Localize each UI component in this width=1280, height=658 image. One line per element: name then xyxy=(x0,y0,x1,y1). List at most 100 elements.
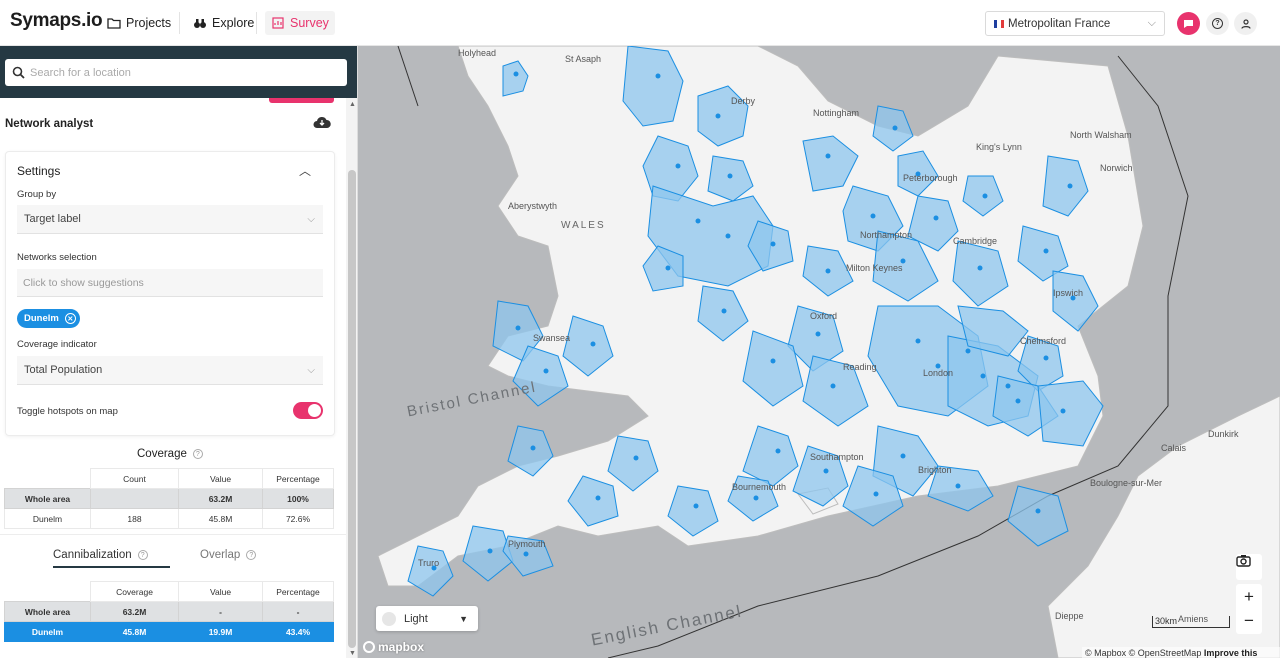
tab-label: Overlap xyxy=(200,549,241,561)
table-cell: 45.8M xyxy=(178,508,263,529)
location-search[interactable] xyxy=(5,59,347,86)
table-cell: 19.9M xyxy=(178,621,263,642)
table-cell: - xyxy=(262,601,334,622)
style-swatch-icon xyxy=(382,611,396,626)
plus-icon: + xyxy=(1244,586,1254,606)
map-style-value: Light xyxy=(404,612,428,625)
hotspots-toggle[interactable] xyxy=(293,402,323,419)
place-label: Northampton xyxy=(860,230,913,240)
place-label: Southampton xyxy=(810,452,864,462)
table-cell: 63.2M xyxy=(90,601,179,622)
place-label: Peterborough xyxy=(903,173,958,183)
chat-button[interactable] xyxy=(1177,12,1200,35)
table-cell: Dunelm xyxy=(4,508,91,529)
table-cell: 45.8M xyxy=(90,621,179,642)
network-chip[interactable]: Dunelm ✕ xyxy=(17,309,80,328)
place-label: Nottingham xyxy=(813,108,860,118)
network-chip-label: Dunelm xyxy=(24,313,59,324)
tab-label: Cannibalization xyxy=(53,549,132,561)
mapbox-icon xyxy=(363,641,375,653)
info-icon[interactable]: ? xyxy=(246,550,257,560)
zoom-out-button[interactable]: − xyxy=(1236,608,1262,634)
map-attribution: © Mapbox © OpenStreetMap Improve this ma… xyxy=(1082,647,1280,658)
binoculars-icon xyxy=(194,19,206,28)
nav-survey[interactable]: Survey xyxy=(265,11,335,35)
help-button[interactable]: ? xyxy=(1206,12,1229,35)
region-label: WALES xyxy=(561,220,606,231)
nav-explore[interactable]: Explore xyxy=(187,11,260,35)
place-label: Norwich xyxy=(1100,163,1133,173)
chip-remove-icon[interactable]: ✕ xyxy=(64,313,76,324)
place-label: Dunkirk xyxy=(1208,429,1239,439)
place-label: Cambridge xyxy=(953,236,998,246)
nav-explore-label: Explore xyxy=(212,16,255,30)
place-label: Derby xyxy=(731,96,756,106)
scroll-up-arrow-icon[interactable]: ▲ xyxy=(349,101,356,108)
zoom-in-button[interactable]: + xyxy=(1236,584,1262,610)
chat-icon xyxy=(1184,19,1193,28)
place-label: Chelmsford xyxy=(1020,336,1067,346)
table-header: Percentage xyxy=(262,581,334,602)
cloud-download-icon[interactable] xyxy=(313,115,331,129)
table-cell: 100% xyxy=(262,488,334,509)
nav-projects-label: Projects xyxy=(126,16,172,30)
search-input[interactable] xyxy=(30,66,330,79)
table-header: Value xyxy=(178,468,263,489)
section-title: Network analyst xyxy=(5,118,94,130)
chevron-down-icon: ⌵ xyxy=(307,364,315,376)
place-label: Brighton xyxy=(918,465,952,475)
toggle-hotspots-label: Toggle hotspots on map xyxy=(17,406,118,417)
user-icon xyxy=(1240,18,1251,29)
scroll-down-arrow-icon[interactable]: ▼ xyxy=(349,650,356,657)
networks-input[interactable]: Click to show suggestions xyxy=(17,269,323,297)
place-label: Swansea xyxy=(533,333,571,343)
place-label: Aberystwyth xyxy=(508,201,558,211)
table-row: Whole area 63.2M - - xyxy=(4,601,334,622)
france-flag-icon xyxy=(994,19,1004,28)
place-label: Oxford xyxy=(810,311,838,321)
info-icon[interactable]: ? xyxy=(192,449,203,459)
place-label: Bournemouth xyxy=(732,482,787,492)
place-label: Truro xyxy=(418,558,440,568)
map-style-select[interactable]: Light ▼ xyxy=(376,606,478,631)
map-canvas[interactable] xyxy=(358,46,1280,658)
coverage-indicator-select[interactable]: Total Population ⌵ xyxy=(17,356,323,385)
account-button[interactable] xyxy=(1234,12,1257,35)
place-label: St Asaph xyxy=(565,54,602,64)
nav-projects[interactable]: Projects xyxy=(101,11,177,35)
search-band xyxy=(0,46,357,98)
table-header: Coverage xyxy=(90,581,179,602)
group-by-value: Target label xyxy=(24,213,81,225)
info-icon[interactable]: ? xyxy=(137,550,148,560)
table-cell: 72.6% xyxy=(262,508,334,529)
place-label: Calais xyxy=(1161,443,1187,453)
attribution-text[interactable]: © Mapbox © OpenStreetMap xyxy=(1085,648,1201,658)
scrollbar-thumb[interactable] xyxy=(348,170,356,648)
country-select[interactable]: Metropolitan France ⌵ xyxy=(985,11,1165,36)
table-header: Count xyxy=(90,468,179,489)
group-by-select[interactable]: Target label ⌵ xyxy=(17,205,323,234)
camera-icon xyxy=(1236,555,1251,567)
place-label: Dieppe xyxy=(1055,611,1084,621)
coverage-heading: Coverage ? xyxy=(137,448,203,460)
table-cell: - xyxy=(178,601,263,622)
screenshot-button[interactable] xyxy=(1236,554,1262,580)
coverage-indicator-label: Coverage indicator xyxy=(17,339,97,350)
place-label: North Walsham xyxy=(1070,130,1132,140)
table-header: Value xyxy=(178,581,263,602)
map[interactable]: Holyhead St Asaph Derby Nottingham King'… xyxy=(358,46,1280,658)
pink-action-button[interactable] xyxy=(269,98,334,103)
mapbox-logo[interactable]: mapbox xyxy=(363,640,424,654)
app-logo[interactable]: Symaps.io xyxy=(10,10,103,32)
survey-icon xyxy=(272,17,284,29)
table-row-selected[interactable]: Dunelm 45.8M 19.9M 43.4% xyxy=(4,621,334,642)
group-by-label: Group by xyxy=(17,189,57,200)
tab-cannibalization[interactable]: Cannibalization ? xyxy=(53,549,148,561)
folder-icon xyxy=(107,18,121,29)
place-label: King's Lynn xyxy=(976,142,1022,152)
table-cell: 43.4% xyxy=(262,621,334,642)
tab-overlap[interactable]: Overlap ? xyxy=(200,549,257,561)
sidebar-scrollbar[interactable]: ▲ ▼ xyxy=(346,98,357,658)
collapse-chevron-up-icon[interactable]: ︿ xyxy=(299,162,311,179)
coverage-indicator-value: Total Population xyxy=(24,364,103,376)
